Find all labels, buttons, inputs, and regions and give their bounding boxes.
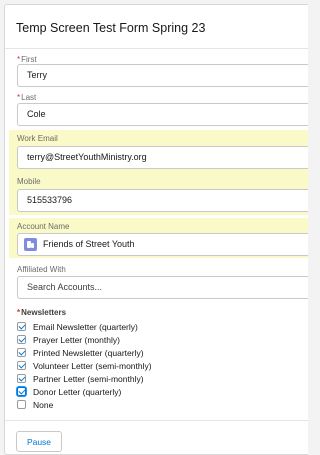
newsletter-option-label: Donor Letter (quarterly) [33, 387, 122, 397]
form-card: Temp Screen Test Form Spring 23 *First T… [4, 4, 308, 455]
mobile-label: Mobile [17, 177, 41, 186]
affiliated-with-label: Affiliated With [17, 265, 66, 274]
newsletter-option-label: Volunteer Letter (semi-monthly) [33, 361, 152, 371]
checkbox[interactable] [17, 322, 26, 331]
newsletter-option-label: None [33, 400, 54, 410]
account-name-value: Friends of Street Youth [43, 239, 135, 249]
form-title: Temp Screen Test Form Spring 23 [16, 21, 206, 35]
checkbox[interactable] [17, 348, 26, 357]
first-name-input[interactable]: Terry [17, 64, 308, 87]
affiliated-with-search-input[interactable]: Search Accounts... [17, 276, 308, 299]
footer-divider [5, 420, 308, 421]
header-divider [5, 48, 308, 49]
checkbox[interactable] [17, 400, 26, 409]
work-email-input[interactable]: terry@StreetYouthMinistry.org [17, 146, 308, 169]
last-label: *Last [17, 93, 37, 102]
newsletter-option-label: Partner Letter (semi-monthly) [33, 374, 144, 384]
checkbox[interactable] [17, 335, 26, 344]
newsletters-label: *Newsletters [17, 308, 67, 317]
work-email-label: Work Email [17, 134, 58, 143]
newsletter-option-label: Printed Newsletter (quarterly) [33, 348, 144, 358]
newsletter-option-label: Prayer Letter (monthly) [33, 335, 120, 345]
account-name-lookup[interactable]: Friends of Street Youth [17, 233, 308, 256]
required-marker: * [17, 93, 21, 102]
first-label: *First [17, 55, 37, 64]
last-name-input[interactable]: Cole [17, 103, 308, 126]
mobile-input[interactable]: 515533796 [17, 189, 308, 212]
required-marker: * [17, 55, 21, 64]
checkbox[interactable] [17, 387, 26, 396]
newsletter-option-label: Email Newsletter (quarterly) [33, 322, 138, 332]
account-icon [24, 238, 37, 251]
required-marker: * [17, 308, 21, 317]
checkbox[interactable] [17, 361, 26, 370]
account-name-label: Account Name [17, 222, 70, 231]
pause-button[interactable]: Pause [16, 431, 62, 452]
checkbox[interactable] [17, 374, 26, 383]
